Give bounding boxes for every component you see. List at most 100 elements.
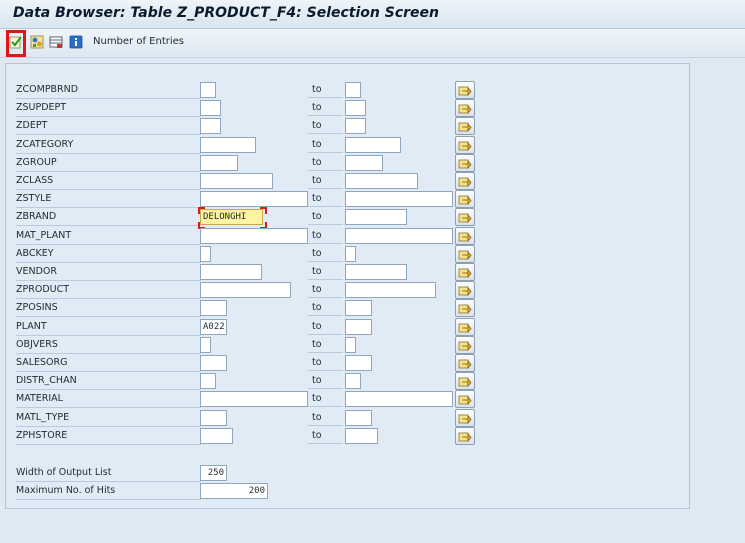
field-selection-icon [30,35,44,49]
to-label: to [312,229,322,241]
from-value-input[interactable]: A022 [200,318,227,335]
output-width-input[interactable]: 250 [200,465,227,481]
from-value-input[interactable] [200,427,233,444]
max-hits-label: Maximum No. of Hits [16,483,201,500]
to-value-input[interactable] [345,282,436,299]
from-value-input[interactable] [200,391,308,408]
multiple-selection-button[interactable] [455,335,475,354]
field-name-label: ZPOSINS [16,300,201,318]
to-value-input[interactable] [345,173,418,189]
selection-row: ZPOSINS to [6,299,691,318]
to-value-input[interactable] [345,427,378,444]
multiple-selection-arrow-icon [458,250,472,260]
from-value-input[interactable] [200,100,221,117]
multiple-selection-arrow-icon [458,377,472,388]
to-value-input[interactable] [345,227,453,244]
field-name-label: ZCLASS [16,173,201,190]
to-label: to [312,320,322,332]
to-value-input[interactable] [345,373,361,390]
from-value-input[interactable] [200,245,211,262]
multiple-selection-button[interactable] [455,99,475,118]
execute-button[interactable] [8,34,24,50]
to-value-input[interactable] [345,245,356,262]
to-value-input[interactable] [345,318,372,335]
from-value-input[interactable]: DELONGHI [200,209,263,226]
selection-row: MATERIAL to [6,390,691,409]
max-hits-input[interactable]: 200 [200,483,268,499]
to-value-input[interactable] [345,100,366,117]
to-label: to [312,156,322,168]
multiple-selection-button[interactable] [455,281,475,300]
multiple-selection-button[interactable] [455,135,475,154]
to-value-input[interactable] [345,336,356,353]
from-value-input[interactable] [200,118,221,135]
number-of-entries-button[interactable]: Number of Entries [93,36,184,47]
to-value-input[interactable] [345,300,372,317]
field-selection-button[interactable] [29,34,45,50]
to-value-input[interactable] [345,409,372,426]
multiple-selection-button[interactable] [455,244,475,263]
multiple-selection-button[interactable] [455,117,475,136]
field-name-label: ZPHSTORE [16,428,201,445]
to-label: to [312,411,322,423]
field-name-label: ZGROUP [16,155,201,172]
multiple-selection-button[interactable] [455,153,475,172]
selection-row: PLANT A022 to [6,317,691,337]
to-value-input[interactable] [345,209,407,226]
multiple-selection-button[interactable] [455,81,475,99]
from-value-input[interactable] [200,136,256,153]
multiple-selection-button[interactable] [455,172,475,190]
multiple-selection-button[interactable] [455,190,475,209]
selection-options-button[interactable] [48,34,64,50]
from-value-input[interactable] [200,282,291,299]
from-value-input[interactable] [200,191,308,208]
from-value-input[interactable] [200,409,227,426]
from-value-input[interactable] [200,336,211,353]
to-value-input[interactable] [345,191,453,208]
multiple-selection-button[interactable] [455,263,475,281]
application-toolbar: Number of Entries [0,29,745,58]
to-label: to [312,266,322,277]
from-value-input[interactable] [200,173,273,189]
to-value-input[interactable] [345,82,361,98]
to-label: to [312,175,322,186]
info-button[interactable] [68,34,84,50]
to-label: to [312,102,322,114]
multiple-selection-button[interactable] [455,354,475,372]
multiple-selection-arrow-icon [458,323,472,333]
multiple-selection-button[interactable] [455,299,475,318]
multiple-selection-button[interactable] [455,426,475,445]
to-value-input[interactable] [345,154,383,171]
field-name-label: VENDOR [16,264,201,281]
selection-row: ZSUPDEPT to [6,99,691,118]
field-name-label: OBJVERS [16,337,201,354]
to-label: to [312,211,322,223]
multiple-selection-button[interactable] [455,408,475,427]
from-value-input[interactable] [200,82,216,98]
multiple-selection-button[interactable] [455,372,475,391]
from-value-input[interactable] [200,227,308,244]
to-value-input[interactable] [345,118,366,135]
field-name-label: MATL_TYPE [16,410,201,427]
to-value-input[interactable] [345,391,453,408]
multiple-selection-button[interactable] [455,390,475,409]
multiple-selection-arrow-icon [458,104,472,115]
to-value-input[interactable] [345,355,372,371]
field-name-label: ZSUPDEPT [16,100,201,118]
from-value-input[interactable] [200,373,216,390]
multiple-selection-arrow-icon [458,432,472,442]
to-value-input[interactable] [345,136,401,153]
from-value-input[interactable] [200,355,227,371]
from-value-input[interactable] [200,300,227,317]
from-value-input[interactable] [200,264,262,280]
selection-row: SALESORG to [6,354,691,373]
multiple-selection-button[interactable] [455,317,475,336]
multiple-selection-arrow-icon [458,268,472,278]
window-title: Data Browser: Table Z_PRODUCT_F4: Select… [13,5,439,21]
multiple-selection-button[interactable] [455,208,475,227]
multiple-selection-button[interactable] [455,226,475,245]
from-value-input[interactable] [200,154,238,171]
field-name-label: ZDEPT [16,118,201,136]
to-value-input[interactable] [345,264,407,280]
to-label: to [312,429,322,441]
